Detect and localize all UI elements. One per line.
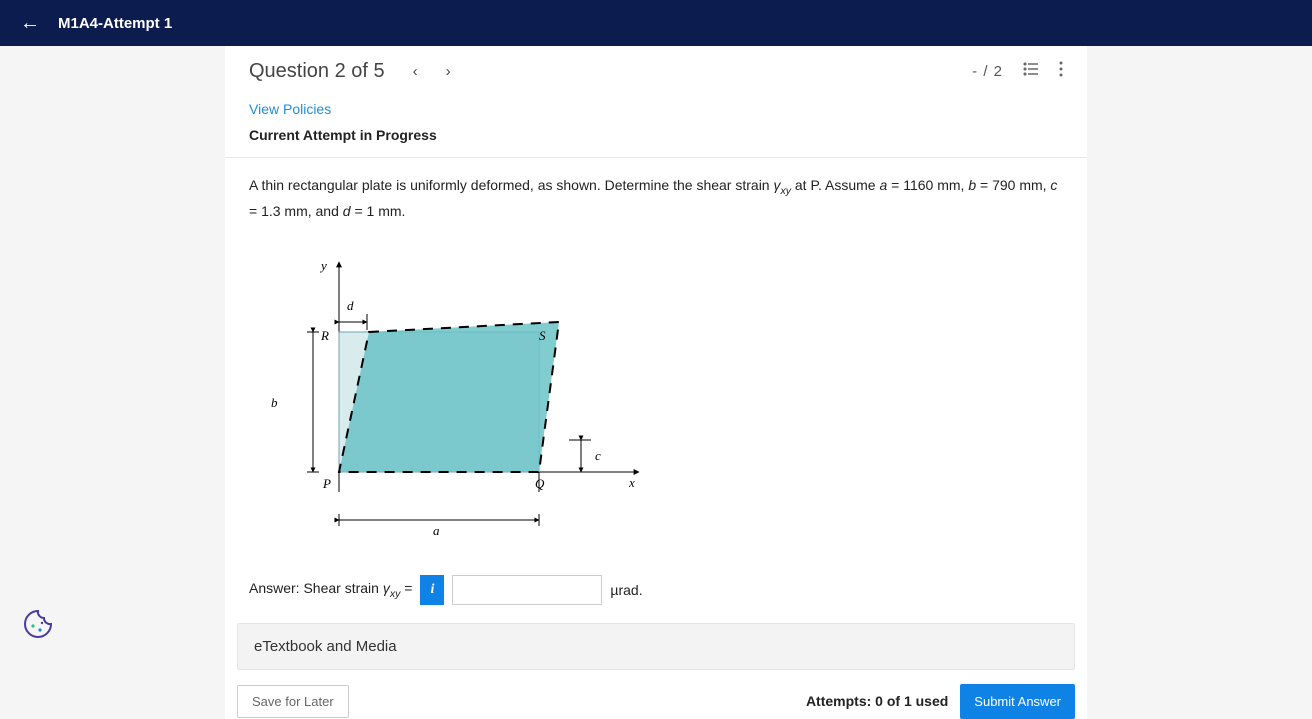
var-d: d: [343, 203, 351, 219]
val-b: = 790 mm,: [976, 177, 1050, 193]
label-c: c: [595, 448, 601, 463]
label-P: P: [322, 476, 331, 491]
axis-y-label: y: [319, 258, 327, 273]
val-d: = 1 mm.: [351, 203, 406, 219]
label-b: b: [271, 395, 278, 410]
question-number: Question 2 of 5: [249, 60, 385, 83]
answer-equals: =: [400, 580, 412, 596]
problem-text-pre: A thin rectangular plate is uniformly de…: [249, 177, 773, 193]
cookie-settings-icon[interactable]: [22, 608, 54, 640]
next-question-icon[interactable]: ›: [446, 63, 451, 80]
problem-text-mid: at P. Assume: [791, 177, 879, 193]
label-d: d: [347, 298, 354, 313]
assignment-title: M1A4-Attempt 1: [58, 15, 172, 32]
val-a: = 1160 mm,: [887, 177, 968, 193]
gamma-subscript: xy: [780, 185, 791, 197]
info-icon[interactable]: i: [420, 575, 444, 605]
label-S: S: [539, 328, 546, 343]
val-c: = 1.3 mm, and: [249, 203, 343, 219]
attempt-status: Current Attempt in Progress: [225, 123, 1087, 158]
back-arrow-icon[interactable]: ←: [20, 13, 40, 33]
label-a: a: [433, 523, 440, 538]
var-b: b: [968, 177, 976, 193]
prev-question-icon[interactable]: ‹: [413, 63, 418, 80]
label-Q: Q: [535, 476, 545, 491]
etextbook-media-button[interactable]: eTextbook and Media: [237, 623, 1075, 670]
question-score: - / 2: [972, 63, 1003, 80]
answer-row: Answer: Shear strain γxy = i µrad.: [225, 565, 1087, 623]
label-R: R: [320, 328, 329, 343]
top-bar: ← M1A4-Attempt 1: [0, 0, 1312, 46]
list-icon[interactable]: [1023, 62, 1039, 81]
question-header: Question 2 of 5 ‹ › - / 2: [225, 46, 1087, 97]
var-c: c: [1050, 177, 1057, 193]
question-text: A thin rectangular plate is uniformly de…: [225, 158, 1087, 242]
view-policies-link[interactable]: View Policies: [249, 101, 331, 117]
footer-row: Save for Later Attempts: 0 of 1 used Sub…: [225, 684, 1087, 719]
submit-answer-button[interactable]: Submit Answer: [960, 684, 1075, 719]
more-menu-icon[interactable]: [1059, 61, 1063, 82]
axis-x-label: x: [628, 475, 635, 490]
answer-label: Answer: Shear strain: [249, 580, 383, 596]
answer-gamma-sub: xy: [390, 588, 401, 600]
answer-gamma: γ: [383, 580, 390, 596]
content-panel: Question 2 of 5 ‹ › - / 2 View Policies …: [225, 46, 1087, 719]
answer-input[interactable]: [452, 575, 602, 605]
diagram: y x R S P Q d b a: [225, 242, 1087, 565]
save-for-later-button[interactable]: Save for Later: [237, 685, 349, 718]
attempts-remaining: Attempts: 0 of 1 used: [806, 693, 948, 709]
answer-unit: µrad.: [610, 582, 642, 598]
